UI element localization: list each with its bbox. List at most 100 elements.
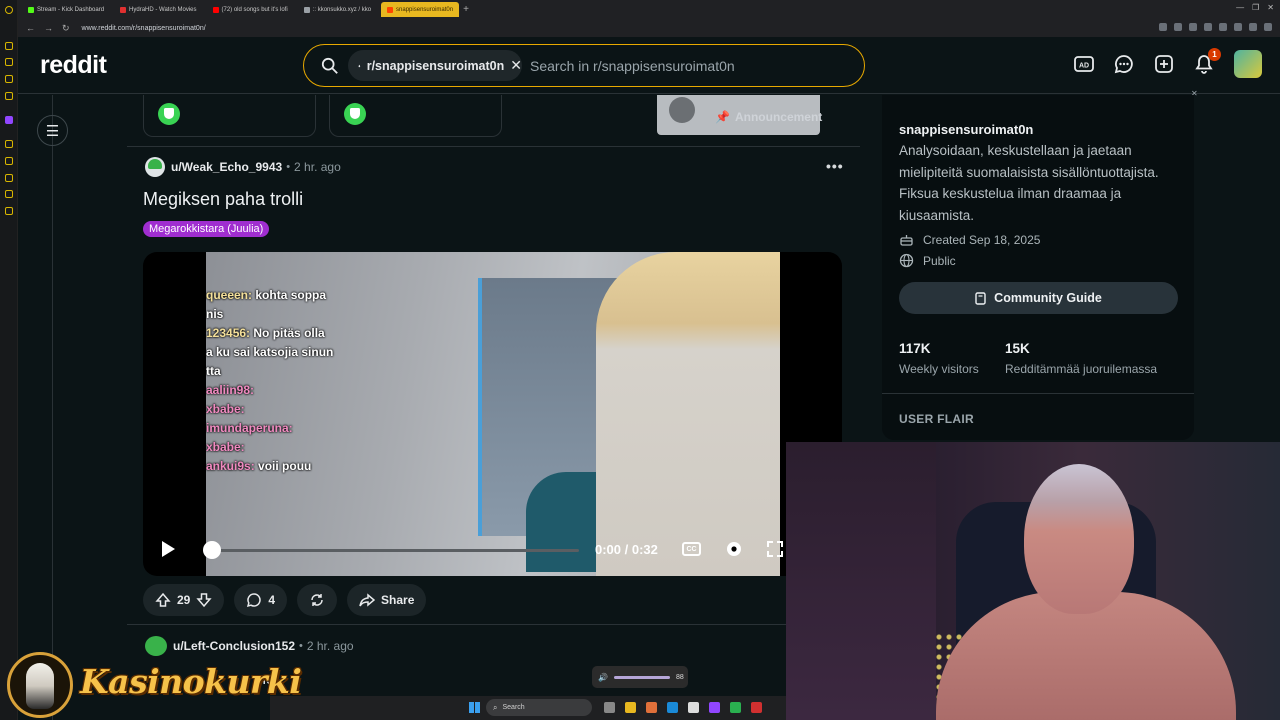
- star-icon[interactable]: [1204, 23, 1212, 31]
- crosspost-button[interactable]: [297, 584, 338, 616]
- opera-icon[interactable]: [751, 702, 762, 713]
- community-guide-button[interactable]: Community Guide: [899, 282, 1178, 314]
- seek-handle[interactable]: [203, 541, 221, 559]
- tab-hydrahd[interactable]: HydraHD - Watch Movies: [114, 2, 202, 17]
- windows-start-icon[interactable]: [469, 702, 480, 713]
- video-player[interactable]: queeen: kohta soppa nis 123456: No pitäs o…: [143, 252, 842, 576]
- settings-icon[interactable]: [5, 207, 13, 215]
- community-name[interactable]: snappisensuroimat0n: [899, 122, 1033, 137]
- user-flair-heading: USER FLAIR: [899, 412, 974, 426]
- forward-icon[interactable]: →: [44, 23, 53, 34]
- reddit-left-nav: ☰: [18, 95, 68, 720]
- taskbar-search[interactable]: ⌕ Search: [486, 699, 592, 716]
- strip-card[interactable]: [329, 95, 502, 137]
- post-author[interactable]: u/Weak_Echo_9943: [171, 160, 282, 174]
- new-tab-button[interactable]: +: [463, 4, 469, 15]
- svg-text:AD: AD: [1079, 63, 1089, 70]
- visibility-label: Public: [923, 253, 956, 268]
- stat-weekly-visitors: 117K Weekly visitors: [899, 341, 979, 376]
- mod-shield-icon: [158, 103, 180, 125]
- url-field[interactable]: www.reddit.com/r/snappisensuroimat0n/: [82, 25, 206, 32]
- search-icon: [321, 57, 338, 74]
- menu-icon[interactable]: [1264, 23, 1272, 31]
- share-button[interactable]: Share: [347, 584, 427, 616]
- chat-icon[interactable]: [5, 190, 13, 198]
- maximize-icon[interactable]: ❐: [1252, 3, 1259, 12]
- speaker-icon[interactable]: 🔊: [598, 673, 608, 682]
- windows-taskbar: ⌕ Search: [270, 696, 786, 720]
- captions-icon[interactable]: CC: [682, 542, 701, 556]
- comment-count: 4: [268, 593, 276, 607]
- comments-button[interactable]: 4: [234, 584, 288, 616]
- notifications-button[interactable]: 1: [1194, 48, 1221, 74]
- user-avatar[interactable]: [1234, 50, 1262, 78]
- tab-reddit-active[interactable]: snappisensuroimat0n: [381, 2, 460, 17]
- gear-icon[interactable]: [725, 540, 743, 558]
- bookmark-icon[interactable]: [5, 58, 13, 66]
- chrome-icon[interactable]: [688, 702, 699, 713]
- search-icon[interactable]: [1174, 23, 1182, 31]
- clock-icon[interactable]: [5, 174, 13, 182]
- tab-kkonsukko[interactable]: :: kkonsukko.xyz / kko: [298, 2, 377, 17]
- tab-kick-dashboard[interactable]: Stream - Kick Dashboard: [22, 2, 110, 17]
- kasinokurki-logo: Kasinokurki: [0, 648, 302, 720]
- stat-members: 15K Redditämmää juoruilemassa: [1005, 341, 1158, 376]
- fullscreen-icon[interactable]: [767, 541, 783, 557]
- twitch-icon[interactable]: [5, 116, 13, 124]
- download-icon[interactable]: [1219, 23, 1227, 31]
- post-title[interactable]: Megiksen paha trolli: [143, 189, 303, 210]
- back-icon[interactable]: ←: [26, 23, 35, 34]
- shield-icon[interactable]: [1189, 23, 1197, 31]
- download-icon[interactable]: [5, 75, 13, 83]
- user-avatar[interactable]: [145, 157, 165, 177]
- app-icon[interactable]: [709, 702, 720, 713]
- reload-icon[interactable]: ↻: [62, 23, 70, 34]
- advertise-icon[interactable]: AD: [1074, 54, 1094, 74]
- post-flair[interactable]: Megarokkistara (Juulia): [143, 221, 270, 237]
- app-icon[interactable]: [730, 702, 741, 713]
- edge-icon[interactable]: [667, 702, 678, 713]
- file-explorer-icon[interactable]: [625, 702, 636, 713]
- upvote-icon[interactable]: [155, 592, 171, 608]
- extension-icon[interactable]: [1234, 23, 1242, 31]
- chat-message: tta: [206, 364, 221, 378]
- app-icon[interactable]: [646, 702, 657, 713]
- zoom-icon[interactable]: [1159, 23, 1167, 31]
- hamburger-menu-icon[interactable]: ☰: [37, 115, 68, 146]
- create-post-icon[interactable]: [1154, 54, 1174, 74]
- video-controls: 0:00 / 0:32 CC: [143, 524, 842, 576]
- post-time: 2 hr. ago: [306, 639, 354, 653]
- reddit-header: reddit r/snappisensuroimat0n ✕ Search in…: [18, 37, 1280, 94]
- downvote-icon[interactable]: [196, 592, 212, 608]
- search-bar[interactable]: r/snappisensuroimat0n ✕ Search in r/snap…: [303, 44, 865, 87]
- browser-logo-icon[interactable]: [5, 6, 13, 14]
- profile-icon[interactable]: [1249, 23, 1257, 31]
- chat-username: xbabe:: [206, 402, 245, 416]
- chip-close-icon[interactable]: ✕: [510, 57, 522, 74]
- community-chip[interactable]: r/snappisensuroimat0n ✕: [348, 50, 522, 81]
- address-bar: ← → ↻ www.reddit.com/r/snappisensuroimat…: [0, 19, 1280, 37]
- play-icon[interactable]: [160, 540, 176, 558]
- chat-username: xbabe:: [206, 440, 245, 454]
- chat-line: xbabe:: [206, 400, 333, 419]
- tool-icon[interactable]: [5, 140, 13, 148]
- search-input[interactable]: Search in r/snappisensuroimat0n: [530, 58, 735, 74]
- history-icon[interactable]: [5, 42, 13, 50]
- chat-icon[interactable]: [1114, 54, 1134, 74]
- close-icon[interactable]: ✕: [1267, 3, 1274, 12]
- divider: [127, 146, 860, 147]
- chat-message: a ku sai katsojia sinun: [206, 345, 334, 359]
- reddit-logo[interactable]: reddit: [40, 51, 107, 80]
- minimize-icon[interactable]: —: [1236, 3, 1244, 12]
- notes-icon[interactable]: [5, 92, 13, 100]
- webcam-overlay: [786, 442, 1280, 720]
- strip-card[interactable]: [143, 95, 316, 137]
- tab-youtube[interactable]: (72) old songs but it's lofi: [207, 2, 294, 17]
- chat-message: kohta soppa: [255, 288, 327, 302]
- more-options-icon[interactable]: •••: [826, 158, 844, 174]
- task-view-icon[interactable]: [604, 702, 615, 713]
- announcement-link[interactable]: 📌 Announcement: [715, 110, 822, 124]
- pin-icon[interactable]: [5, 157, 13, 165]
- volume-slider[interactable]: [613, 675, 670, 679]
- seek-bar[interactable]: [211, 549, 579, 552]
